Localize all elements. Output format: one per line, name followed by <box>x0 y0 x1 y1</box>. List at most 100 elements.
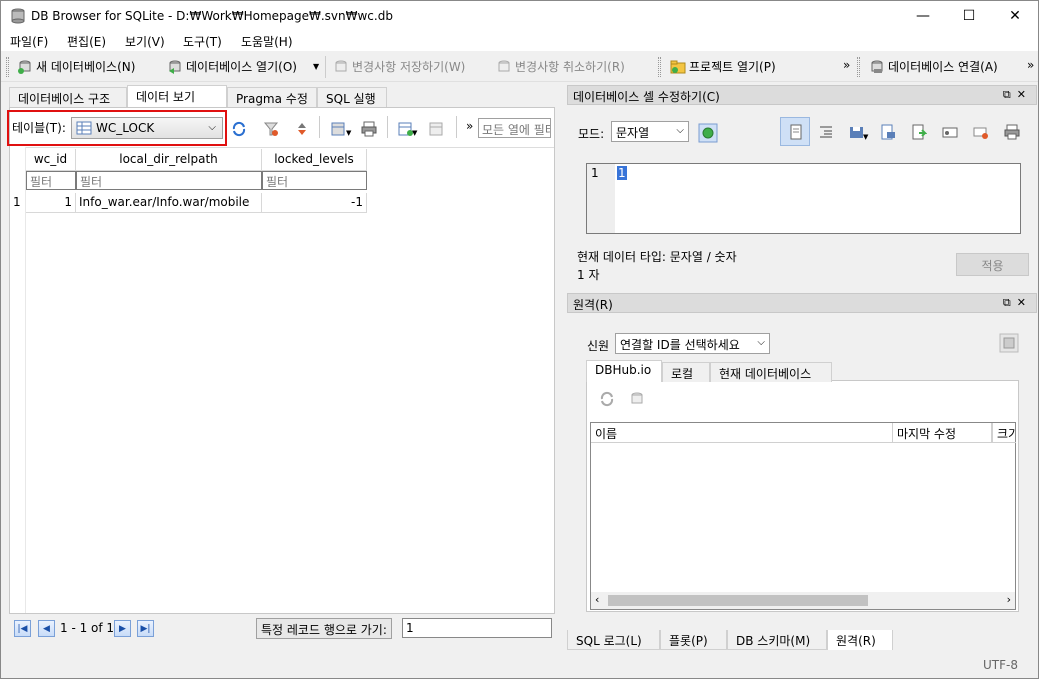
toolbar-separator <box>456 116 457 138</box>
open-project-icon <box>670 60 686 73</box>
tab-current-database[interactable]: 현재 데이터베이스 <box>710 362 832 382</box>
last-record-button[interactable]: ▶| <box>137 620 154 637</box>
scrollbar-thumb[interactable] <box>608 595 868 606</box>
clear-cell-icon[interactable] <box>973 124 989 140</box>
import-dropdown-icon[interactable]: ▼ <box>863 133 879 149</box>
indent-icon[interactable] <box>818 124 834 140</box>
tab-browse-data[interactable]: 데이터 보기 <box>127 85 227 107</box>
document-icon <box>790 124 802 140</box>
export-icon[interactable] <box>880 124 896 140</box>
identity-select[interactable]: 연결할 ID를 선택하세요 ⌵ <box>615 333 770 354</box>
column-header-size[interactable]: 크기 <box>992 423 1016 443</box>
delete-record-icon[interactable] <box>429 121 445 137</box>
filter-all-columns-input[interactable]: 모든 열에 필터 <box>478 118 551 138</box>
write-changes-button[interactable]: 변경사항 저장하기(W) <box>333 58 465 75</box>
column-header-locked-levels[interactable]: locked_levels <box>262 149 367 171</box>
toolbar-grip[interactable] <box>6 57 9 77</box>
dock-buttons: ⧉✕ <box>1003 296 1032 310</box>
dock-buttons: ⧉✕ <box>1003 88 1032 102</box>
open-project-button[interactable]: 프로젝트 열기(P) <box>670 58 776 75</box>
identity-label: 신원 <box>587 339 610 353</box>
minimize-button[interactable]: — <box>900 1 946 31</box>
insert-record-dropdown-icon[interactable]: ▼ <box>412 129 428 145</box>
refresh-icon[interactable] <box>231 121 247 137</box>
chevron-down-icon: ⌵ <box>757 337 765 348</box>
menu-help[interactable]: 도움말(H) <box>241 33 293 50</box>
record-count: 1 - 1 of 1 <box>60 621 115 635</box>
go-to-record-button[interactable]: 특정 레코드 행으로 가기: <box>256 618 392 639</box>
auto-switch-mode-icon[interactable] <box>698 123 718 143</box>
first-icon: |◀ <box>17 623 28 634</box>
menu-file[interactable]: 파일(F) <box>10 33 48 50</box>
cell-editor[interactable]: 1 1 <box>586 163 1021 234</box>
revert-changes-button[interactable]: 변경사항 취소하기(R) <box>496 58 625 75</box>
export-to-file-icon[interactable] <box>911 124 927 140</box>
close-button[interactable]: ✕ <box>992 1 1038 31</box>
row-number[interactable]: 1 <box>10 193 26 213</box>
clear-filters-icon[interactable] <box>263 121 279 137</box>
text-mode-button[interactable] <box>780 117 810 146</box>
remote-clone-icon[interactable] <box>629 391 645 407</box>
next-icon: ▶ <box>119 623 126 634</box>
toolbar-overflow-icon[interactable]: » <box>843 58 850 72</box>
filter-wc-id-input[interactable]: 필터 <box>26 171 76 190</box>
table-cell[interactable]: -1 <box>262 193 367 213</box>
toolbar-overflow-icon[interactable]: » <box>1027 58 1034 72</box>
tab-local[interactable]: 로컬 <box>662 362 710 382</box>
filter-local-dir-relpath-input[interactable]: 필터 <box>76 171 262 190</box>
scroll-left-icon[interactable]: ‹ <box>595 593 599 606</box>
maximize-button[interactable]: ☐ <box>946 1 992 31</box>
open-database-dropdown-icon[interactable]: ▼ <box>313 62 319 71</box>
print-cell-icon[interactable] <box>1004 124 1020 140</box>
remote-connect-icon[interactable] <box>999 333 1019 353</box>
toolbar-grip[interactable] <box>857 57 860 77</box>
tab-sql-log[interactable]: SQL 로그(L) <box>567 630 660 650</box>
column-header-local-dir-relpath[interactable]: local_dir_relpath <box>76 149 262 171</box>
tab-execute-sql[interactable]: SQL 실행 <box>317 87 387 107</box>
selected-cell-text[interactable]: 1 <box>617 166 627 180</box>
attach-database-button[interactable]: 데이터베이스 연결(A) <box>869 58 998 75</box>
sort-icon[interactable] <box>294 121 310 137</box>
column-header-name[interactable]: 이름 <box>591 423 892 443</box>
tab-plot[interactable]: 플롯(P) <box>660 630 727 650</box>
table-cell[interactable]: Info_war.ear/Info.war/mobile <box>76 193 262 213</box>
first-record-button[interactable]: |◀ <box>14 620 31 637</box>
save-table-icon[interactable] <box>331 121 347 137</box>
print-icon[interactable] <box>361 121 377 137</box>
remote-refresh-icon[interactable] <box>599 391 615 407</box>
data-grid <box>10 147 554 613</box>
save-table-dropdown-icon[interactable]: ▼ <box>346 129 362 145</box>
next-record-button[interactable]: ▶ <box>114 620 131 637</box>
new-database-button[interactable]: 새 데이터베이스(N) <box>17 58 135 75</box>
close-dock-icon[interactable]: ✕ <box>1017 296 1032 309</box>
toolbar-separator <box>387 116 388 138</box>
table-cell[interactable]: 1 <box>26 193 76 213</box>
tab-dbhub[interactable]: DBHub.io <box>586 360 662 382</box>
menu-view[interactable]: 보기(V) <box>125 33 165 50</box>
previous-record-button[interactable]: ◀ <box>38 620 55 637</box>
menu-edit[interactable]: 편집(E) <box>67 33 106 50</box>
column-header-last-modified[interactable]: 마지막 수정 <box>892 423 992 443</box>
tab-remote[interactable]: 원격(R) <box>827 630 893 650</box>
go-to-record-input[interactable]: 1 <box>402 618 552 638</box>
scroll-right-icon[interactable]: › <box>1007 593 1011 606</box>
apply-button[interactable]: 적용 <box>956 253 1029 276</box>
tab-edit-pragmas[interactable]: Pragma 수정 <box>227 87 317 107</box>
tab-database-structure[interactable]: 데이터베이스 구조 <box>9 87 127 107</box>
close-dock-icon[interactable]: ✕ <box>1017 88 1032 101</box>
menu-tools[interactable]: 도구(T) <box>183 33 222 50</box>
mode-select[interactable]: 문자열 ⌵ <box>611 121 689 142</box>
previous-icon: ◀ <box>43 623 50 634</box>
open-database-button[interactable]: 데이터베이스 열기(O) <box>167 58 297 75</box>
float-dock-icon[interactable]: ⧉ <box>1003 296 1017 309</box>
horizontal-scrollbar[interactable]: ‹ › <box>591 592 1015 609</box>
toolbar-grip[interactable] <box>658 57 661 77</box>
filter-locked-levels-input[interactable]: 필터 <box>262 171 367 190</box>
data-type-info: 현재 데이터 타입: 문자열 / 숫자 <box>577 250 737 264</box>
tab-db-schema[interactable]: DB 스키마(M) <box>727 630 827 650</box>
column-header-wc-id[interactable]: wc_id <box>26 149 76 171</box>
set-null-icon[interactable] <box>942 124 958 140</box>
float-dock-icon[interactable]: ⧉ <box>1003 88 1017 101</box>
main-toolbar: 새 데이터베이스(N) 데이터베이스 열기(O) ▼ 변경사항 저장하기(W) … <box>1 52 1038 82</box>
database-app-icon <box>11 8 25 24</box>
